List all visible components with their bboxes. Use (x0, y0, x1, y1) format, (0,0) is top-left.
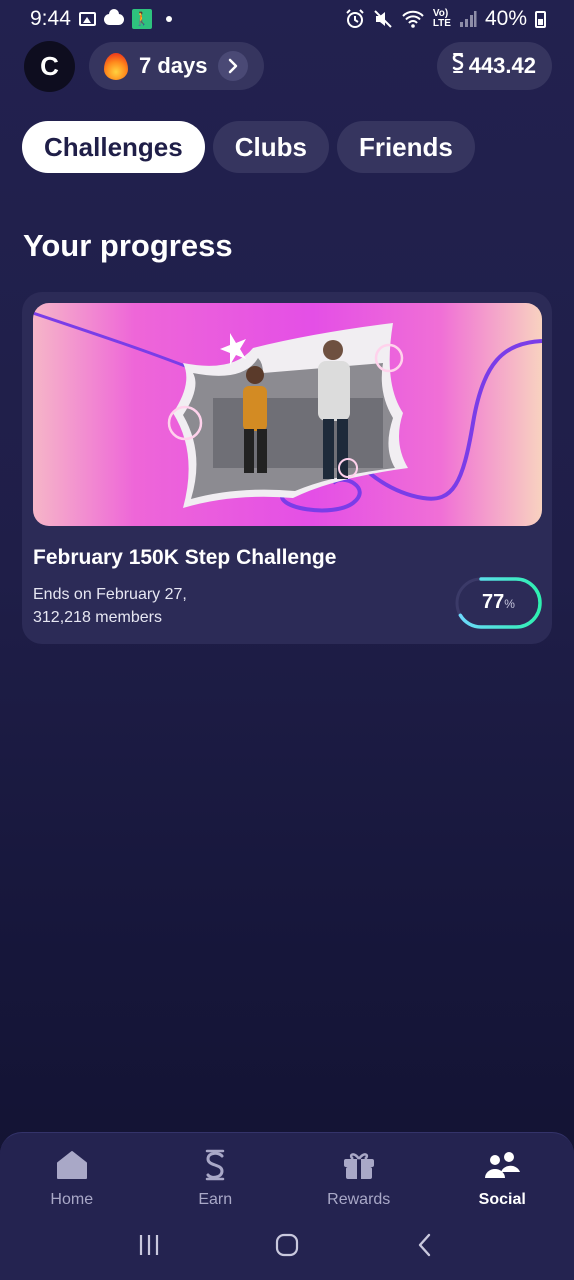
status-left: 9:44 🚶 (30, 7, 172, 31)
back-icon[interactable] (405, 1230, 445, 1260)
challenge-title: February 150K Step Challenge (33, 546, 337, 569)
progress-unit: % (504, 597, 515, 611)
tab-clubs[interactable]: Clubs (212, 121, 329, 173)
tab-challenges[interactable]: Challenges (22, 121, 205, 173)
status-right: Vo) LTE 40% (345, 7, 546, 31)
challenge-card[interactable]: February 150K Step Challenge Ends on Feb… (22, 292, 552, 644)
people-icon (482, 1145, 522, 1185)
wifi-icon (401, 9, 425, 29)
nav-label: Social (478, 1191, 526, 1208)
balance-value: 443.42 (468, 53, 536, 78)
flame-icon (103, 51, 129, 81)
sweatcoin-icon (451, 52, 465, 80)
avatar-initial: C (40, 50, 59, 81)
signal-icon (459, 10, 477, 28)
tab-label: Friends (358, 131, 453, 162)
streak-button[interactable]: 7 days (89, 42, 264, 90)
balance-chip[interactable]: 443.42 (436, 42, 552, 90)
status-bar: 9:44 🚶 Vo) LTE 40% (0, 0, 574, 38)
challenge-members: 312,218 members (33, 609, 162, 626)
image-icon (78, 12, 96, 26)
system-nav (0, 1230, 574, 1260)
tab-label: Challenges (44, 131, 183, 162)
cloud-icon (103, 8, 124, 25)
home-circle-icon[interactable] (267, 1230, 307, 1260)
status-time: 9:44 (30, 7, 71, 30)
progress-value: 77% (455, 591, 542, 614)
battery-icon (535, 10, 546, 28)
streak-label: 7 days (139, 53, 208, 78)
tab-label: Clubs (234, 131, 307, 162)
section-title: Your progress (23, 228, 233, 263)
progress-number: 77 (482, 591, 505, 613)
exit-icon: 🚶 (131, 9, 152, 29)
mute-icon (373, 9, 393, 29)
nav-items: Home Earn Rewards Social (0, 1145, 574, 1209)
home-icon (55, 1145, 89, 1185)
nav-item-rewards[interactable]: Rewards (287, 1145, 431, 1209)
avatar[interactable]: C (24, 40, 75, 92)
bottom-nav: Home Earn Rewards Social (0, 1132, 574, 1280)
challenge-banner-image (33, 303, 542, 526)
nav-item-home[interactable]: Home (0, 1145, 144, 1209)
nav-item-social[interactable]: Social (431, 1145, 574, 1209)
recents-icon[interactable] (129, 1230, 169, 1260)
dot-icon (165, 16, 172, 22)
social-tabs: Challenges Clubs Friends (22, 121, 475, 173)
nav-label: Rewards (327, 1191, 391, 1208)
sweatcoin-icon (202, 1145, 228, 1185)
challenge-end-date: Ends on February 27, (33, 586, 187, 603)
nav-item-earn[interactable]: Earn (144, 1145, 288, 1209)
battery-text: 40% (484, 7, 527, 30)
nav-label: Home (50, 1191, 94, 1208)
challenge-progress-ring: 77% (455, 577, 542, 629)
chevron-right-icon (217, 51, 248, 81)
alarm-icon (345, 9, 365, 29)
tab-friends[interactable]: Friends (336, 121, 475, 173)
nav-label: Earn (198, 1191, 233, 1208)
top-row: C 7 days 443.42 (24, 40, 552, 92)
gift-icon (342, 1145, 376, 1185)
volte-icon: Vo) LTE (432, 8, 451, 29)
challenge-meta: Ends on February 27, 312,218 members (33, 583, 187, 629)
